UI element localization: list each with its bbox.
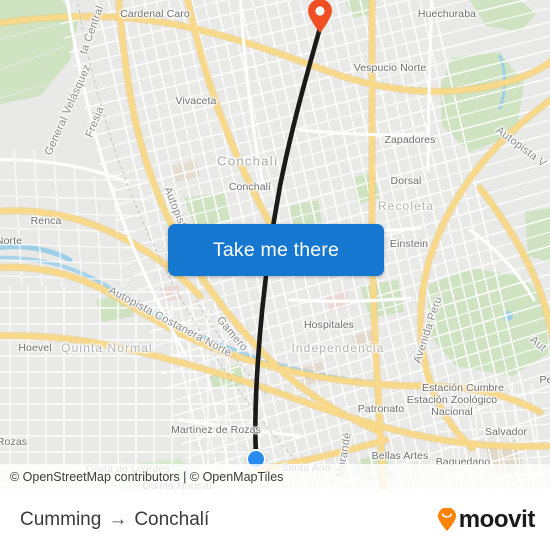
moovit-logo[interactable]: moovit [437,506,535,534]
take-me-there-button[interactable]: Take me there [168,224,384,276]
attribution-text: © OpenStreetMap contributors | © OpenMap… [10,469,284,484]
map-canvas[interactable]: .rd{stroke:#ffffff;fill:none;stroke-line… [0,0,550,489]
trip-summary: Cumming → Conchalí [20,509,209,531]
trip-destination: Conchalí [134,508,210,530]
moovit-trip-preview: .rd{stroke:#ffffff;fill:none;stroke-line… [0,0,550,550]
map-attribution: © OpenStreetMap contributors | © OpenMap… [0,464,550,489]
arrow-icon: → [108,508,128,530]
trip-footer: Cumming → Conchalí moovit [0,489,550,550]
moovit-wordmark: moovit [458,505,536,533]
moovit-pin-icon [437,507,456,531]
trip-origin: Cumming [20,508,102,530]
